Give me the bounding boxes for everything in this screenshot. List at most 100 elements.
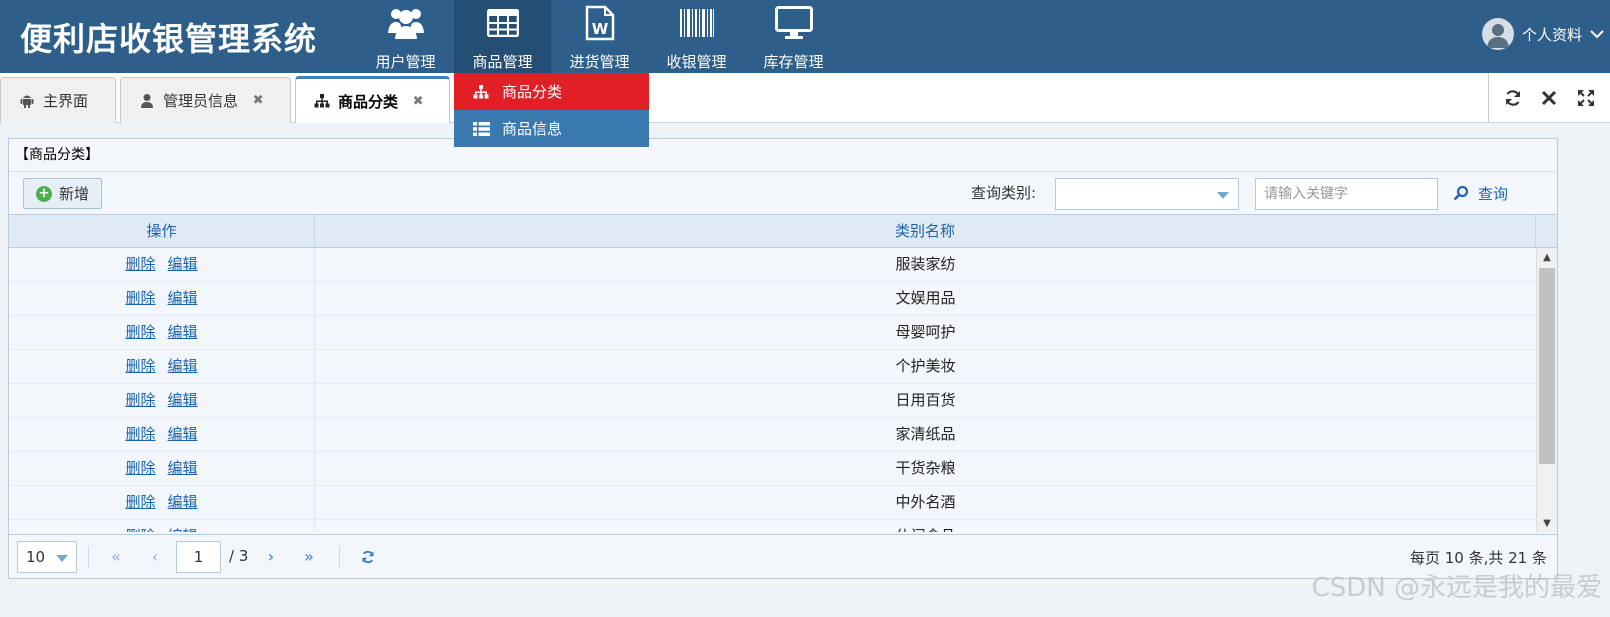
user-icon [139, 93, 155, 109]
avatar-icon [1481, 18, 1514, 50]
pager-separator [339, 546, 340, 568]
row-actions: 删除编辑 [9, 248, 315, 281]
edit-link[interactable]: 编辑 [168, 289, 198, 307]
query-category-label: 查询类别: [971, 184, 1037, 202]
search-label: 查询 [1478, 184, 1509, 203]
delete-link[interactable]: 删除 [125, 527, 155, 532]
top-header: 便利店收银管理系统 用户管理 商品管理 W 进货管理 收银管理 库存管理 个人资… [0, 0, 1610, 73]
chevron-down-icon [56, 555, 68, 562]
row-actions: 删除编辑 [9, 316, 315, 349]
column-header-actions[interactable]: 操作 [9, 215, 315, 247]
sitemap-icon [472, 84, 490, 100]
delete-link[interactable]: 删除 [125, 391, 155, 409]
user-label: 个人资料 [1521, 25, 1582, 44]
edit-link[interactable]: 编辑 [168, 425, 198, 443]
nav-product-management[interactable]: 商品管理 [454, 0, 551, 73]
close-all-icon[interactable] [1539, 88, 1559, 108]
first-page-icon[interactable]: « [106, 546, 126, 568]
tab-product-category[interactable]: 商品分类 ✖ [295, 76, 450, 123]
category-name-cell: 中外名酒 [895, 493, 956, 511]
dropdown-item-product-info[interactable]: 商品信息 [454, 110, 649, 147]
column-header-category-name[interactable]: 类别名称 [315, 215, 1536, 247]
next-page-icon[interactable]: › [261, 546, 281, 568]
delete-link[interactable]: 删除 [125, 289, 155, 307]
fullscreen-icon[interactable] [1576, 88, 1596, 108]
table-row: 删除 编辑 服装家纺 [9, 248, 1557, 282]
delete-link[interactable]: 删除 [125, 459, 155, 477]
plus-icon: + [35, 185, 52, 202]
category-name-cell: 日用百货 [895, 391, 956, 409]
keyword-input[interactable] [1255, 178, 1438, 210]
page-number-input[interactable] [176, 541, 221, 573]
pager-info: 每页 10 条,共 21 条 [1409, 549, 1547, 567]
scroll-down-icon[interactable]: ▼ [1537, 514, 1557, 532]
word-doc-icon: W [580, 4, 620, 42]
query-category-select[interactable] [1055, 178, 1239, 210]
delete-link[interactable]: 删除 [125, 323, 155, 341]
user-profile-menu[interactable]: 个人资料 [1481, 18, 1610, 50]
table-row: 删除 编辑 日用百货 [9, 384, 1557, 418]
last-page-icon[interactable]: » [299, 546, 319, 568]
nav-user-management[interactable]: 用户管理 [357, 0, 454, 73]
tab-admin-info[interactable]: 管理员信息 ✖ [120, 77, 291, 123]
table-row: 删除 编辑 干货杂粮 [9, 452, 1557, 486]
vertical-scrollbar[interactable]: ▲ ▼ [1536, 248, 1557, 532]
tab-label: 管理员信息 [163, 92, 239, 110]
monitor-icon [774, 4, 814, 42]
grid-rows: 删除 编辑 服装家纺 删除 编辑 文娱用品 删除 编辑 母婴呵护 删除 编辑 个护美妆 删除 编辑 日用百货… [9, 248, 1557, 532]
table-icon [483, 4, 523, 42]
grid-header: 操作 类别名称 [9, 214, 1557, 248]
pager: 10 « ‹ / 3 › » 每页 10 条,共 21 条 [9, 534, 1557, 578]
edit-link[interactable]: 编辑 [168, 527, 198, 532]
delete-link[interactable]: 删除 [125, 255, 155, 273]
android-icon [19, 93, 35, 109]
row-actions: 删除编辑 [9, 452, 315, 485]
delete-link[interactable]: 删除 [125, 357, 155, 375]
list-icon [472, 121, 490, 137]
delete-link[interactable]: 删除 [125, 493, 155, 511]
panel-toolbar: + 新增 查询类别: 查询 [9, 172, 1557, 214]
close-icon[interactable]: ✖ [412, 94, 424, 109]
table-row: 删除 编辑 母婴呵护 [9, 316, 1557, 350]
category-panel: 【商品分类】 + 新增 查询类别: 查询 操作 类别名称 删除编辑服装家纺删除编… [8, 138, 1558, 579]
nav-label: 收银管理 [666, 53, 727, 71]
dropdown-item-product-category[interactable]: 商品分类 [454, 73, 649, 110]
table-row: 删除 编辑 家清纸品 [9, 418, 1557, 452]
nav-cashier-management[interactable]: 收银管理 [648, 0, 745, 73]
scroll-up-icon[interactable]: ▲ [1537, 248, 1557, 266]
scrollbar-thumb[interactable] [1539, 268, 1555, 464]
dropdown-label: 商品信息 [502, 120, 563, 138]
edit-link[interactable]: 编辑 [168, 357, 198, 375]
row-actions: 删除编辑 [9, 282, 315, 315]
table-row: 删除 编辑 个护美妆 [9, 350, 1557, 384]
page-size-value: 10 [26, 548, 46, 566]
prev-page-icon[interactable]: ‹ [145, 546, 165, 568]
add-button[interactable]: + 新增 [23, 178, 102, 209]
page-size-select[interactable]: 10 [17, 541, 77, 573]
chevron-down-icon [1590, 29, 1604, 39]
refresh-icon[interactable] [358, 546, 378, 568]
nav-purchase-management[interactable]: W 进货管理 [551, 0, 648, 73]
row-actions: 删除编辑 [9, 418, 315, 451]
edit-link[interactable]: 编辑 [168, 255, 198, 273]
edit-link[interactable]: 编辑 [168, 493, 198, 511]
nav-label: 进货管理 [569, 53, 630, 71]
search-button[interactable]: 查询 [1453, 178, 1539, 208]
refresh-icon[interactable] [1503, 88, 1523, 108]
pager-separator [88, 546, 89, 568]
edit-link[interactable]: 编辑 [168, 323, 198, 341]
edit-link[interactable]: 编辑 [168, 391, 198, 409]
edit-link[interactable]: 编辑 [168, 459, 198, 477]
delete-link[interactable]: 删除 [125, 425, 155, 443]
tab-tools [1488, 73, 1610, 123]
close-icon[interactable]: ✖ [252, 93, 264, 108]
search-icon [1453, 185, 1469, 201]
category-name-cell: 个护美妆 [895, 357, 956, 375]
tab-label: 商品分类 [338, 92, 399, 111]
tab-home[interactable]: 主界面 [0, 77, 116, 123]
nav-label: 库存管理 [763, 53, 824, 71]
row-actions: 删除 编辑 [9, 520, 315, 532]
category-name-cell: 母婴呵护 [895, 323, 956, 341]
category-name-cell: 家清纸品 [895, 425, 956, 443]
nav-inventory-management[interactable]: 库存管理 [745, 0, 842, 73]
